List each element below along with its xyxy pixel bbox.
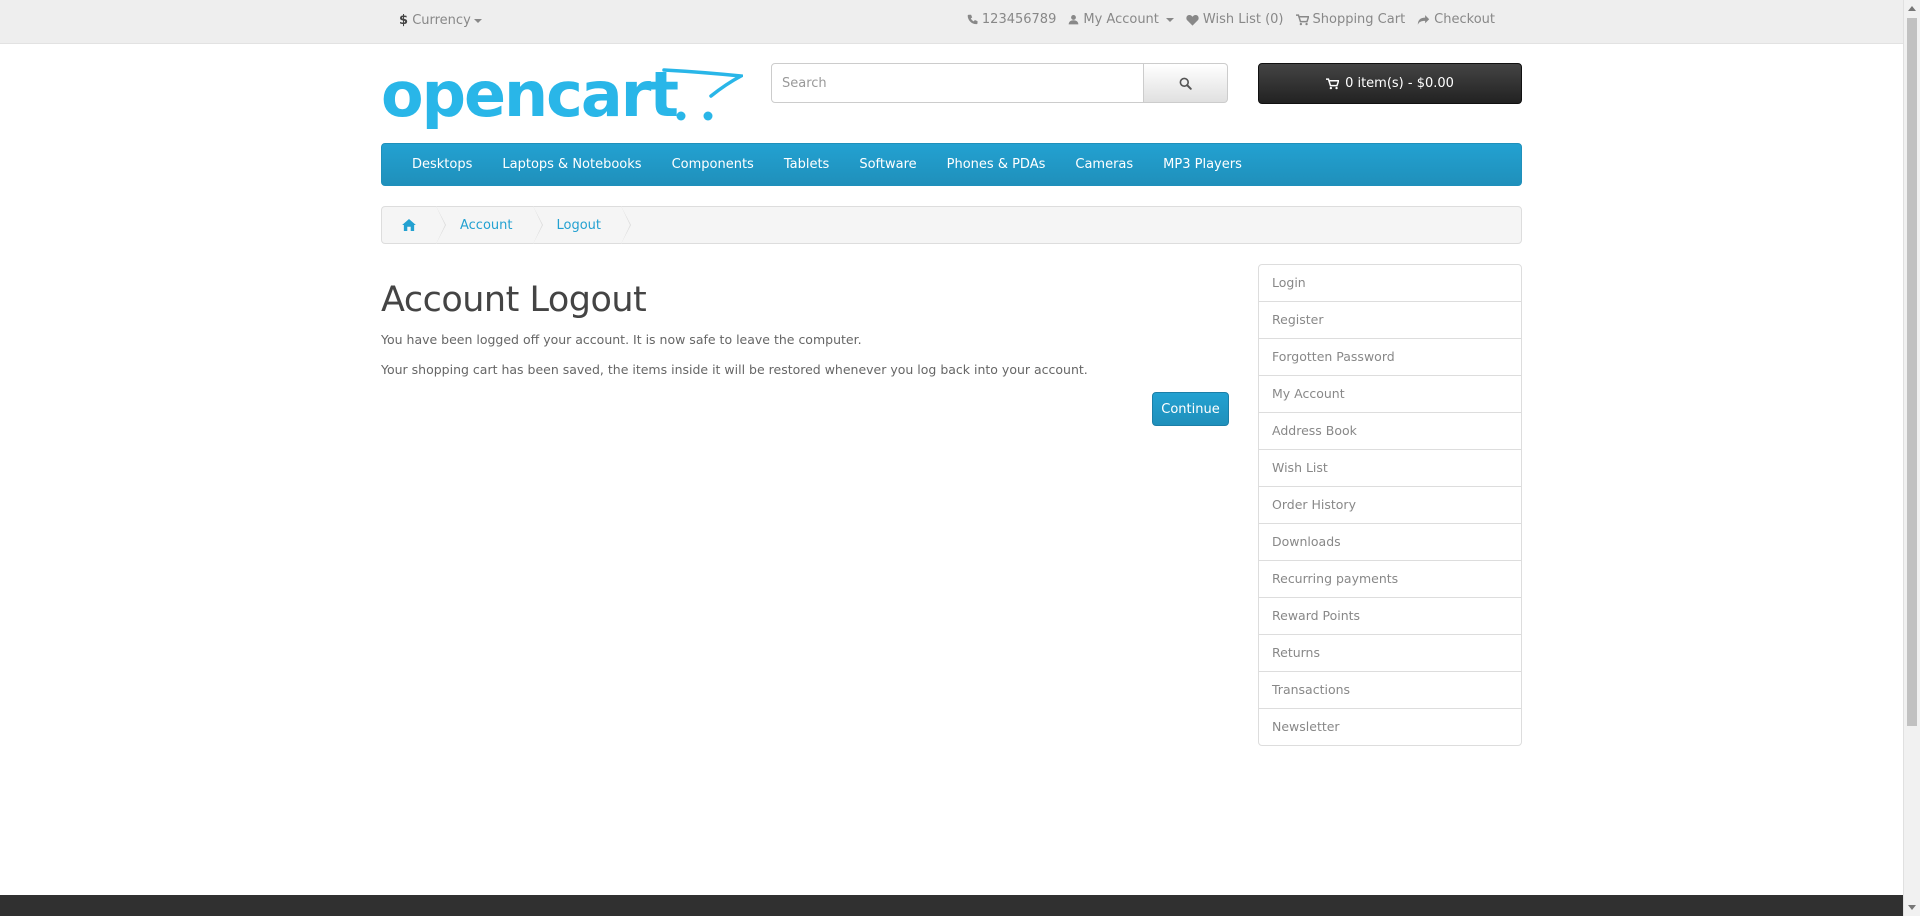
sidebar-item-register[interactable]: Register bbox=[1259, 302, 1521, 339]
currency-label: Currency bbox=[412, 13, 471, 28]
top-links: 123456789 My Account Wish List (0) Shopp… bbox=[967, 12, 1495, 27]
currency-symbol: $ bbox=[399, 13, 409, 28]
sidebar-item-recurring-payments[interactable]: Recurring payments bbox=[1259, 561, 1521, 598]
sidebar-item-reward-points[interactable]: Reward Points bbox=[1259, 598, 1521, 635]
menu-item-laptops-notebooks[interactable]: Laptops & Notebooks bbox=[487, 157, 656, 172]
page-scrollbar[interactable] bbox=[1903, 0, 1920, 916]
scroll-thumb[interactable] bbox=[1907, 18, 1917, 726]
logout-message: You have been logged off your account. I… bbox=[381, 332, 862, 347]
menu-item-software[interactable]: Software bbox=[844, 157, 931, 172]
sidebar-item-order-history[interactable]: Order History bbox=[1259, 487, 1521, 524]
sidebar-item-address-book[interactable]: Address Book bbox=[1259, 413, 1521, 450]
search-input[interactable] bbox=[771, 63, 1144, 103]
menu-item-tablets[interactable]: Tablets bbox=[769, 157, 845, 172]
my-account-label: My Account bbox=[1083, 12, 1159, 27]
sidebar-item-my-account[interactable]: My Account bbox=[1259, 376, 1521, 413]
logo-cart-swoosh-icon bbox=[662, 68, 743, 121]
menu-item-cameras[interactable]: Cameras bbox=[1060, 157, 1148, 172]
wish-list-link[interactable]: Wish List (0) bbox=[1186, 12, 1284, 27]
page-title: Account Logout bbox=[381, 280, 647, 320]
home-icon bbox=[402, 219, 416, 231]
sidebar-item-forgotten-password[interactable]: Forgotten Password bbox=[1259, 339, 1521, 376]
cart-button[interactable]: 0 item(s) - $0.00 bbox=[1258, 63, 1522, 104]
phone-icon bbox=[967, 14, 978, 25]
cart-icon bbox=[1326, 77, 1340, 89]
cart-saved-message: Your shopping cart has been saved, the i… bbox=[381, 362, 1088, 377]
sidebar-item-downloads[interactable]: Downloads bbox=[1259, 524, 1521, 561]
menu-item-desktops[interactable]: Desktops bbox=[397, 157, 487, 172]
menu-item-components[interactable]: Components bbox=[657, 157, 769, 172]
search-bar bbox=[771, 63, 1228, 103]
heart-icon bbox=[1186, 14, 1199, 26]
search-icon bbox=[1179, 77, 1192, 90]
scroll-up-arrow-icon[interactable] bbox=[1908, 6, 1916, 11]
cart-icon bbox=[1295, 13, 1309, 25]
wish-list-label: Wish List (0) bbox=[1202, 12, 1284, 27]
sidebar-item-transactions[interactable]: Transactions bbox=[1259, 672, 1521, 709]
currency-dropdown[interactable]: $ Currency bbox=[399, 13, 482, 28]
my-account-dropdown[interactable]: My Account bbox=[1068, 12, 1174, 27]
top-bar: $ Currency 123456789 My Account Wish Lis… bbox=[0, 0, 1903, 44]
breadcrumb-logout[interactable]: Logout bbox=[535, 206, 631, 244]
phone-link[interactable]: 123456789 bbox=[967, 12, 1056, 27]
sidebar-item-returns[interactable]: Returns bbox=[1259, 635, 1521, 672]
sidebar-item-wish-list[interactable]: Wish List bbox=[1259, 450, 1521, 487]
menu-item-mp3-players[interactable]: MP3 Players bbox=[1148, 157, 1257, 172]
shopping-cart-label: Shopping Cart bbox=[1312, 12, 1406, 27]
footer bbox=[0, 895, 1903, 916]
breadcrumb-home[interactable] bbox=[382, 206, 446, 244]
main-menu: Desktops Laptops & Notebooks Components … bbox=[381, 143, 1522, 186]
search-button[interactable] bbox=[1144, 63, 1228, 103]
checkout-label: Checkout bbox=[1434, 12, 1495, 27]
user-icon bbox=[1069, 15, 1079, 25]
shopping-cart-link[interactable]: Shopping Cart bbox=[1295, 12, 1406, 27]
phone-number: 123456789 bbox=[981, 12, 1057, 27]
menu-item-phones-pdas[interactable]: Phones & PDAs bbox=[932, 157, 1061, 172]
account-sidebar: Login Register Forgotten Password My Acc… bbox=[1258, 264, 1522, 746]
logo[interactable]: opencart bbox=[381, 58, 743, 136]
checkout-link[interactable]: Checkout bbox=[1417, 12, 1495, 27]
caret-down-icon bbox=[1165, 17, 1174, 22]
cart-summary: 0 item(s) - $0.00 bbox=[1345, 76, 1454, 91]
share-icon bbox=[1417, 14, 1430, 25]
breadcrumb-account[interactable]: Account bbox=[438, 206, 542, 244]
scroll-down-arrow-icon[interactable] bbox=[1908, 905, 1916, 910]
caret-down-icon bbox=[473, 18, 482, 23]
sidebar-item-newsletter[interactable]: Newsletter bbox=[1259, 709, 1521, 745]
sidebar-item-login[interactable]: Login bbox=[1259, 265, 1521, 302]
breadcrumb: Account Logout bbox=[381, 206, 1522, 244]
continue-button[interactable]: Continue bbox=[1152, 392, 1229, 426]
